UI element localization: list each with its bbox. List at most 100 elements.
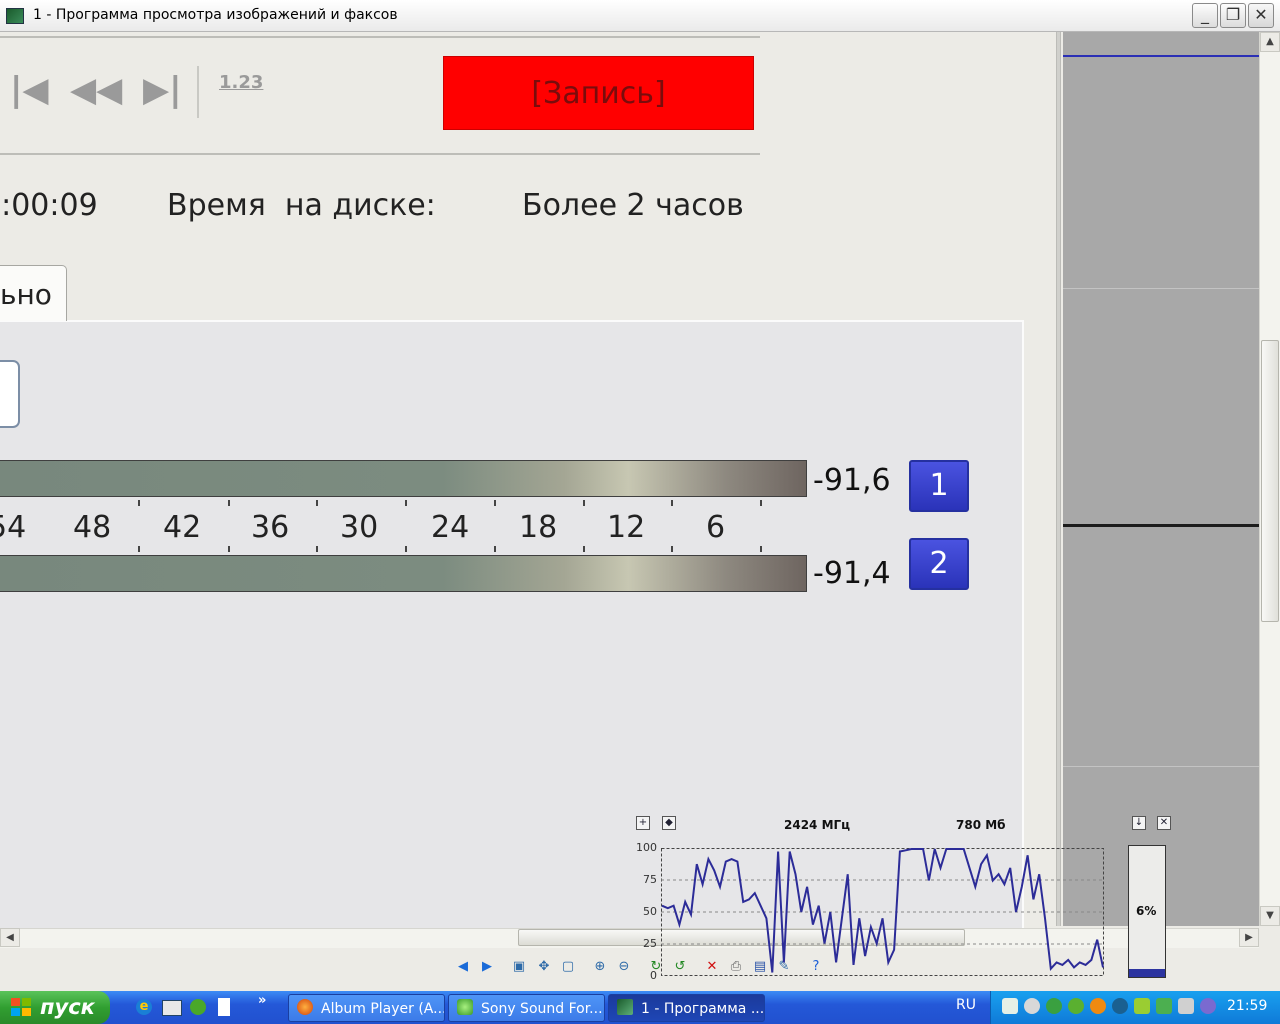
close-button[interactable]: ✕ bbox=[1248, 3, 1274, 28]
monitor-close-icon[interactable]: ✕ bbox=[1157, 816, 1171, 830]
tray-orange-icon[interactable] bbox=[1090, 998, 1106, 1014]
tray-safely-remove-icon[interactable] bbox=[1156, 998, 1172, 1014]
scale-tick bbox=[316, 546, 318, 552]
meter-panel bbox=[0, 320, 1024, 940]
panel-grid-line bbox=[1063, 766, 1259, 767]
monitor-menu-icon[interactable]: ◆ bbox=[662, 816, 676, 830]
zoom-out-icon[interactable]: ⊖ bbox=[616, 959, 632, 975]
memory-usage: 780 Мб bbox=[956, 818, 1006, 832]
minimize-button[interactable]: _ bbox=[1192, 3, 1218, 28]
scale-label: 36 bbox=[251, 510, 290, 545]
actual-size-icon[interactable]: ✥ bbox=[536, 959, 552, 975]
next-image-icon[interactable]: ▶ bbox=[479, 959, 495, 975]
tray-printer-icon[interactable] bbox=[1178, 998, 1194, 1014]
tab-label: ьно bbox=[0, 278, 52, 311]
scale-label: 30 bbox=[340, 510, 379, 545]
scale-label: 12 bbox=[607, 510, 646, 545]
toolbar-separator bbox=[197, 66, 199, 118]
scale-label: 18 bbox=[519, 510, 558, 545]
language-indicator[interactable]: RU bbox=[956, 997, 982, 1017]
scale-tick bbox=[405, 500, 407, 506]
prev-image-icon[interactable]: ◀ bbox=[455, 959, 471, 975]
scroll-right-button[interactable]: ▶ bbox=[1239, 928, 1259, 947]
tray-utorrent-icon[interactable] bbox=[1068, 998, 1084, 1014]
scale-label: 6 bbox=[706, 510, 726, 545]
scale-tick bbox=[228, 500, 230, 506]
scale-tick bbox=[583, 546, 585, 552]
scale-label: 42 bbox=[163, 510, 202, 545]
y-tick-label: 25 bbox=[643, 937, 657, 950]
skip-start-icon[interactable]: |◀ bbox=[10, 70, 49, 110]
best-fit-icon[interactable]: ▣ bbox=[511, 959, 527, 975]
slideshow-icon[interactable]: ▢ bbox=[560, 959, 576, 975]
monitor-move-icon[interactable]: + bbox=[636, 816, 650, 830]
level-meter-1 bbox=[0, 460, 807, 497]
scale-tick bbox=[494, 546, 496, 552]
cpu-frequency: 2424 МГц bbox=[784, 818, 851, 832]
tray-c-icon[interactable] bbox=[1112, 998, 1128, 1014]
scale-tick bbox=[228, 546, 230, 552]
disk-time-value: Более 2 часов bbox=[522, 188, 744, 223]
scale-label: 48 bbox=[73, 510, 112, 545]
window-title: 1 - Программа просмотра изображений и фа… bbox=[33, 7, 398, 23]
cpu-load-chart bbox=[661, 848, 1104, 976]
splitter[interactable] bbox=[1056, 32, 1061, 926]
scale-label: 24 bbox=[431, 510, 470, 545]
channel-button-2[interactable]: 2 bbox=[909, 538, 969, 590]
rewind-icon[interactable]: ◀◀ bbox=[70, 70, 122, 110]
panel-button[interactable] bbox=[0, 360, 20, 428]
load-percent: 6% bbox=[1136, 904, 1157, 918]
desktop-quicklaunch-icon[interactable] bbox=[162, 1000, 182, 1016]
maximize-button[interactable]: ❐ bbox=[1220, 3, 1246, 28]
disk-time-label: Время на диске: bbox=[167, 188, 436, 223]
scroll-down-button[interactable]: ▼ bbox=[1260, 906, 1280, 926]
vertical-scroll-thumb[interactable] bbox=[1261, 340, 1279, 622]
scale-tick bbox=[760, 500, 762, 506]
scale-tick bbox=[138, 546, 140, 552]
panel-line-blue bbox=[1063, 55, 1259, 57]
scale-tick bbox=[760, 546, 762, 552]
tray-gear-icon[interactable] bbox=[1024, 998, 1040, 1014]
sound-forge-icon bbox=[457, 999, 473, 1015]
tray-globe-icon[interactable] bbox=[1046, 998, 1062, 1014]
firefox-icon bbox=[297, 999, 313, 1015]
meter-value-1: -91,6 bbox=[813, 463, 891, 498]
tray-doc-icon[interactable] bbox=[1002, 998, 1018, 1014]
scale-tick bbox=[583, 500, 585, 506]
monitor-pin-icon[interactable]: ↓ bbox=[1132, 816, 1146, 830]
windows-logo-icon bbox=[11, 998, 31, 1016]
y-tick-label: 100 bbox=[636, 841, 657, 854]
scale-tick bbox=[671, 546, 673, 552]
ie-quicklaunch-icon[interactable]: e bbox=[136, 999, 152, 1015]
zoom-in-icon[interactable]: ⊕ bbox=[592, 959, 608, 975]
toolbar-border bbox=[0, 36, 760, 38]
quicklaunch-overflow[interactable]: » bbox=[258, 993, 266, 1008]
meter-value-2: -91,4 bbox=[813, 556, 891, 591]
record-button[interactable]: [Запись] bbox=[443, 56, 754, 130]
scale-tick bbox=[494, 500, 496, 506]
clock: 21:59 bbox=[1227, 998, 1268, 1014]
skip-end-icon[interactable]: ▶| bbox=[143, 70, 182, 110]
scroll-up-button[interactable]: ▲ bbox=[1260, 32, 1280, 52]
document-quicklaunch-icon[interactable] bbox=[218, 998, 230, 1016]
scale-tick bbox=[671, 500, 673, 506]
y-tick-label: 50 bbox=[643, 905, 657, 918]
tray-network-icon[interactable] bbox=[1134, 998, 1150, 1014]
scale-label: 54 bbox=[0, 510, 27, 545]
scale-tick bbox=[138, 500, 140, 506]
counter-icon[interactable]: 1.23 bbox=[219, 72, 263, 93]
app-icon bbox=[6, 8, 24, 24]
channel-button-1[interactable]: 1 bbox=[909, 460, 969, 512]
y-tick-label: 0 bbox=[650, 969, 657, 982]
elapsed-time: 0:00:09 bbox=[0, 188, 98, 223]
scroll-left-button[interactable]: ◀ bbox=[0, 928, 20, 947]
panel-line-black bbox=[1063, 524, 1259, 527]
cpu-load-line bbox=[661, 848, 1104, 973]
utorrent-quicklaunch-icon[interactable] bbox=[190, 999, 206, 1015]
side-panel bbox=[1063, 32, 1259, 926]
image-viewer-icon bbox=[617, 999, 633, 1015]
scale-tick bbox=[316, 500, 318, 506]
tray-volume-icon[interactable] bbox=[1200, 998, 1216, 1014]
panel-grid-line bbox=[1063, 288, 1259, 289]
toolbar-border bbox=[0, 153, 760, 155]
